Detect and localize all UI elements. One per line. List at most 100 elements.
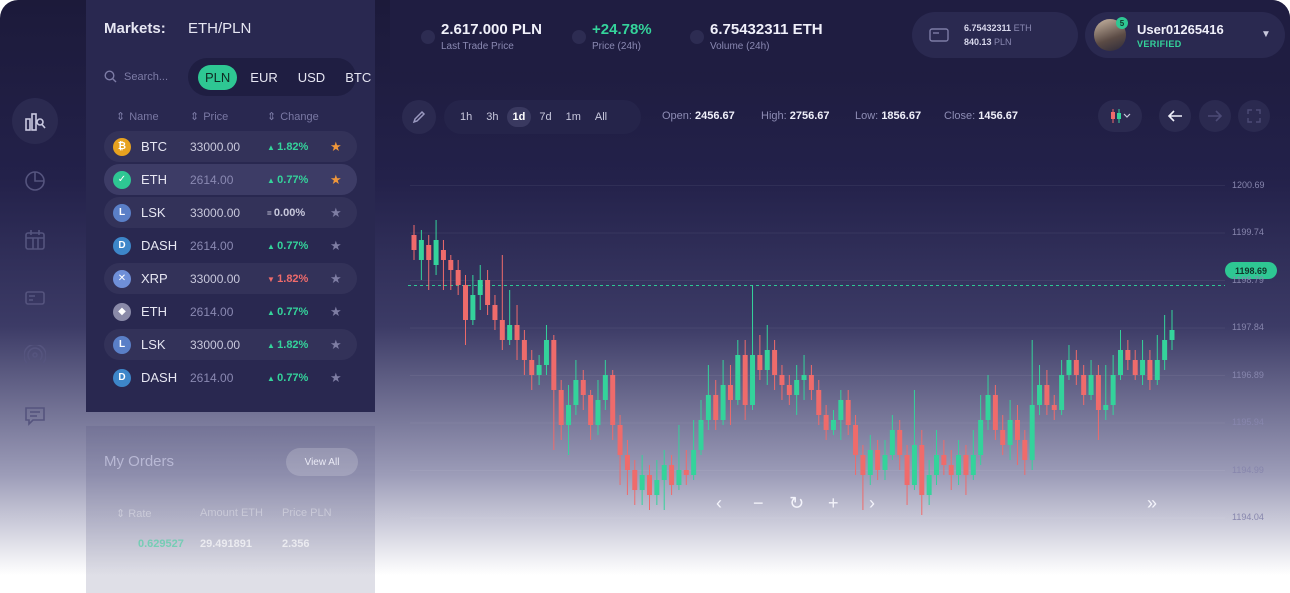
market-row-lsk[interactable]: L LSK 33000.00 ▲ 1.82% ★ [104,329,357,360]
coin-name: BTC [141,139,167,154]
market-row-dash[interactable]: D DASH 2614.00 ▲ 0.77% ★ [104,362,357,393]
star-icon[interactable]: ★ [330,337,342,353]
currency-tab-eur[interactable]: EUR [243,65,284,90]
search-placeholder[interactable]: Search... [124,71,168,83]
chart-type-button[interactable] [1098,100,1142,132]
pencil-icon [412,110,426,124]
market-row-lsk[interactable]: L LSK 33000.00 = 0.00% ★ [104,197,357,228]
sort-icon: ⇕ [116,111,126,123]
candle [1051,395,1057,420]
market-row-eth[interactable]: ✓ ETH 2614.00 ▲ 0.77% ★ [104,164,357,195]
candle [499,255,505,350]
timeframe-3h[interactable]: 3h [480,107,504,127]
star-icon[interactable]: ★ [330,238,342,254]
candle [1125,340,1131,370]
orders-col-amount[interactable]: Amount ETH [200,507,263,519]
order-amount: 29.491891 [200,538,252,550]
candle [1095,365,1101,440]
user-menu[interactable]: 5 User01265416 VERIFIED ▼ [1085,12,1285,58]
zoom-out-icon[interactable]: − [753,493,764,514]
redo-button[interactable] [1199,100,1231,132]
candle [1029,340,1035,470]
star-icon[interactable]: ★ [330,304,342,320]
wallet-icon[interactable] [20,282,50,312]
star-icon[interactable]: ★ [330,205,342,221]
fullscreen-button[interactable] [1238,100,1270,132]
market-search[interactable]: Search... [104,70,168,83]
candle [691,420,697,480]
wallet-balance[interactable]: 6.75432311 ETH 840.13 PLN [912,12,1078,58]
coin-name: LSK [141,337,166,352]
timeframe-7d[interactable]: 7d [533,107,557,127]
candle [830,410,836,435]
market-row-btc[interactable]: ₿ BTC 33000.00 ▲ 1.82% ★ [104,131,357,162]
scroll-to-latest-icon[interactable]: » [1147,493,1157,514]
currency-tab-pln[interactable]: PLN [198,64,238,90]
view-all-button[interactable]: View All [286,448,358,476]
coin-price: 2614.00 [190,172,234,187]
candle [1066,345,1072,380]
candle [853,415,859,475]
candle [742,340,748,420]
candle [750,285,756,410]
market-row-xrp[interactable]: ✕ XRP 33000.00 ▼ 1.82% ★ [104,263,357,294]
orders-col-rate[interactable]: ⇕ Rate [116,507,152,520]
column-header-name[interactable]: ⇕ Name [116,110,159,124]
verified-label: VERIFIED [1137,39,1182,49]
candle [448,255,454,290]
candle [632,460,638,505]
coin-change: ▲ 0.77% [267,371,309,384]
candle [735,340,741,405]
markets-icon[interactable] [12,98,58,144]
candle [521,330,527,375]
timeframe-all[interactable]: All [589,107,613,127]
currency-tab-usd[interactable]: USD [291,65,332,90]
redo-icon [1208,110,1223,122]
candle [624,440,630,495]
chevron-right-icon[interactable]: › [869,493,875,514]
candle [875,440,881,480]
market-row-eth[interactable]: ◆ ETH 2614.00 ▲ 0.77% ★ [104,296,357,327]
volume-value: 6.75432311 ETH [710,21,823,38]
coin-name: ETH [141,304,167,319]
pie-chart-icon[interactable] [20,166,50,196]
candle [978,395,984,465]
star-icon[interactable]: ★ [330,370,342,386]
coin-name: LSK [141,205,166,220]
candle [661,450,667,510]
zoom-in-icon[interactable]: + [828,493,839,514]
chevron-left-icon[interactable]: ‹ [716,493,722,514]
timeframe-1h[interactable]: 1h [454,107,478,127]
orders-col-price[interactable]: Price PLN [282,507,332,519]
y-tick-label: 1199.74 [1232,227,1264,237]
currency-tab-btc[interactable]: BTC [338,65,378,90]
candle [1073,350,1079,385]
search-icon [104,70,117,83]
timeframe-1m[interactable]: 1m [560,107,587,127]
draw-tool-button[interactable] [402,100,436,134]
selected-pair[interactable]: ETH/PLN [188,20,251,37]
column-header-price[interactable]: ⇕ Price [190,110,228,124]
order-rate: 0.629527 [138,538,184,550]
candle [904,445,910,505]
candle [801,355,807,400]
candle [992,385,998,440]
candle [970,430,976,480]
candle [727,365,733,425]
reset-icon[interactable]: ↻ [789,493,804,514]
broadcast-icon[interactable] [20,341,50,371]
chevron-down-icon[interactable]: ▼ [1261,29,1271,40]
column-header-change[interactable]: ⇕ Change [267,110,319,124]
market-row-dash[interactable]: D DASH 2614.00 ▲ 0.77% ★ [104,230,357,261]
timeframe-1d[interactable]: 1d [506,107,532,127]
undo-button[interactable] [1159,100,1191,132]
star-icon[interactable]: ★ [330,172,342,188]
chat-icon[interactable] [20,401,50,431]
markets-title: Markets: [104,20,166,37]
markets-panel: Markets: ETH/PLN Search... PLN EUR USD B… [86,0,375,412]
star-icon[interactable]: ★ [330,271,342,287]
calendar-icon[interactable] [20,225,50,255]
arrow-up-icon: ▲ [267,307,278,317]
star-icon[interactable]: ★ [330,139,342,155]
y-tick-label: 1195.94 [1232,417,1264,427]
